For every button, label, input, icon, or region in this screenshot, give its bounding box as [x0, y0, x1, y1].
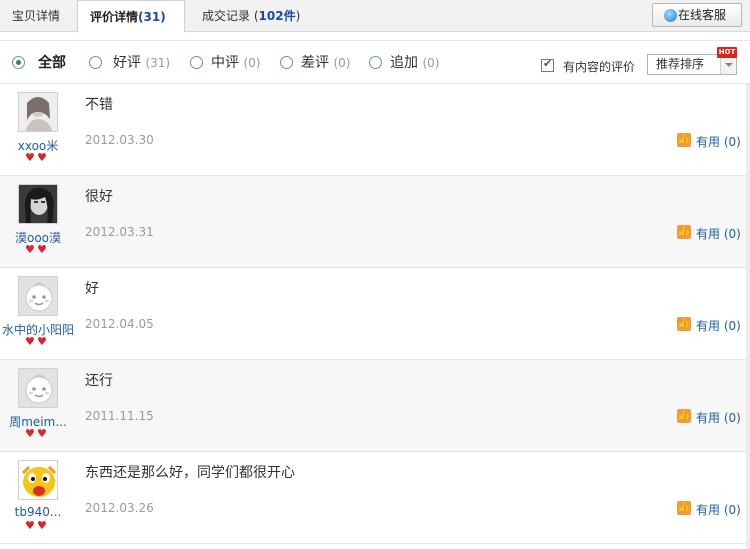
buyer-rank-hearts: ♥ ♥: [25, 335, 53, 348]
review-text: 东西还是那么好，同学们都很开心: [85, 465, 295, 481]
buyer-rank-hearts: ♥ ♥: [25, 427, 53, 440]
tab-count: 31: [143, 10, 161, 24]
service-button-label: 在线客服: [678, 8, 727, 22]
useful-label: 有用 (0): [696, 503, 741, 517]
heart-icon: ♥: [25, 243, 35, 256]
buyer-rank-hearts: ♥ ♥: [25, 151, 53, 164]
review-text: 还行: [85, 373, 113, 389]
avatar[interactable]: [18, 276, 58, 316]
heart-icon: ♥: [25, 519, 35, 532]
thumbs-up-icon: 👍: [677, 501, 691, 515]
content-only-label[interactable]: 有内容的评价: [563, 58, 635, 75]
tab-transactions[interactable]: 成交记录 (102件): [190, 0, 320, 32]
filter-radio-neutral[interactable]: [190, 56, 203, 69]
review-row: 周meim... ♥ ♥ 还行 2011.11.15 👍 有用 (0): [0, 360, 750, 452]
filter-label-positive[interactable]: 好评 (31): [113, 52, 170, 72]
filter-label-neutral[interactable]: 中评 (0): [211, 52, 260, 72]
review-row: tb940... ♥ ♥ 东西还是那么好，同学们都很开心 2012.03.26 👍 有用 (…: [0, 452, 750, 544]
hot-badge: HOT: [717, 47, 737, 58]
service-globe-icon: [664, 9, 677, 22]
filter-radio-negative[interactable]: [280, 56, 293, 69]
thumbs-up-icon: 👍: [677, 317, 691, 331]
filter-radio-all[interactable]: [12, 56, 25, 69]
review-row: xxoo米 ♥ ♥ 不错 2012.03.30 👍 有用 (0): [0, 84, 750, 176]
useful-label: 有用 (0): [696, 227, 741, 241]
avatar[interactable]: [18, 92, 58, 132]
avatar[interactable]: [18, 184, 58, 224]
tab-count: 102件: [258, 9, 296, 23]
review-row: 漠ooo漠 ♥ ♥ 很好 2012.03.31 👍 有用 (0): [0, 176, 750, 268]
heart-icon: ♥: [37, 519, 47, 532]
review-text: 很好: [85, 189, 113, 205]
review-date: 2012.03.31: [85, 225, 154, 239]
tab-bar: 宝贝详情 评价详情(31) 成交记录 (102件) 在线客服: [0, 0, 750, 33]
filter-label-appended[interactable]: 追加 (0): [390, 52, 439, 72]
tab-label: 成交记录: [202, 9, 251, 23]
review-row: 水中的小阳阳 ♥ ♥ 好 2012.04.05 👍 有用 (0): [0, 268, 750, 360]
filter-bar: 全部 好评 (31) 中评 (0) 差评 (0) 追加 (0) 有内容的评价 推…: [0, 40, 750, 84]
heart-icon: ♥: [37, 151, 47, 164]
heart-icon: ♥: [37, 335, 47, 348]
review-date: 2011.11.15: [85, 409, 154, 423]
thumbs-up-icon: 👍: [677, 225, 691, 239]
heart-icon: ♥: [37, 427, 47, 440]
useful-label: 有用 (0): [696, 135, 741, 149]
avatar[interactable]: [18, 368, 58, 408]
filter-radio-positive[interactable]: [89, 56, 102, 69]
filter-label-all[interactable]: 全部: [38, 52, 66, 72]
heart-icon: ♥: [25, 151, 35, 164]
tab-label: 宝贝详情: [12, 9, 61, 23]
tab-item-details[interactable]: 宝贝详情: [0, 0, 76, 32]
thumbs-up-icon: 👍: [677, 409, 691, 423]
thumbs-up-icon: 👍: [677, 133, 691, 147]
reviewer-name-link[interactable]: tb940...: [0, 505, 76, 519]
sort-selected-value: 推荐排序: [656, 57, 705, 71]
filter-radio-appended[interactable]: [369, 56, 382, 69]
review-date: 2012.03.30: [85, 133, 154, 147]
review-text: 不错: [85, 97, 113, 113]
tab-label: 评价详情: [90, 10, 139, 24]
review-date: 2012.04.05: [85, 317, 154, 331]
avatar[interactable]: [18, 460, 58, 500]
heart-icon: ♥: [37, 243, 47, 256]
online-service-button[interactable]: 在线客服: [652, 3, 742, 27]
heart-icon: ♥: [25, 427, 35, 440]
buyer-rank-hearts: ♥ ♥: [25, 519, 53, 532]
useful-label: 有用 (0): [696, 319, 741, 333]
filter-label-negative[interactable]: 差评 (0): [301, 52, 350, 72]
scrollbar[interactable]: [746, 84, 750, 549]
review-text: 好: [85, 281, 99, 297]
heart-icon: ♥: [25, 335, 35, 348]
tab-reviews[interactable]: 评价详情(31): [77, 0, 185, 33]
useful-label: 有用 (0): [696, 411, 741, 425]
review-date: 2012.03.26: [85, 501, 154, 515]
content-only-checkbox[interactable]: [541, 57, 554, 72]
buyer-rank-hearts: ♥ ♥: [25, 243, 53, 256]
